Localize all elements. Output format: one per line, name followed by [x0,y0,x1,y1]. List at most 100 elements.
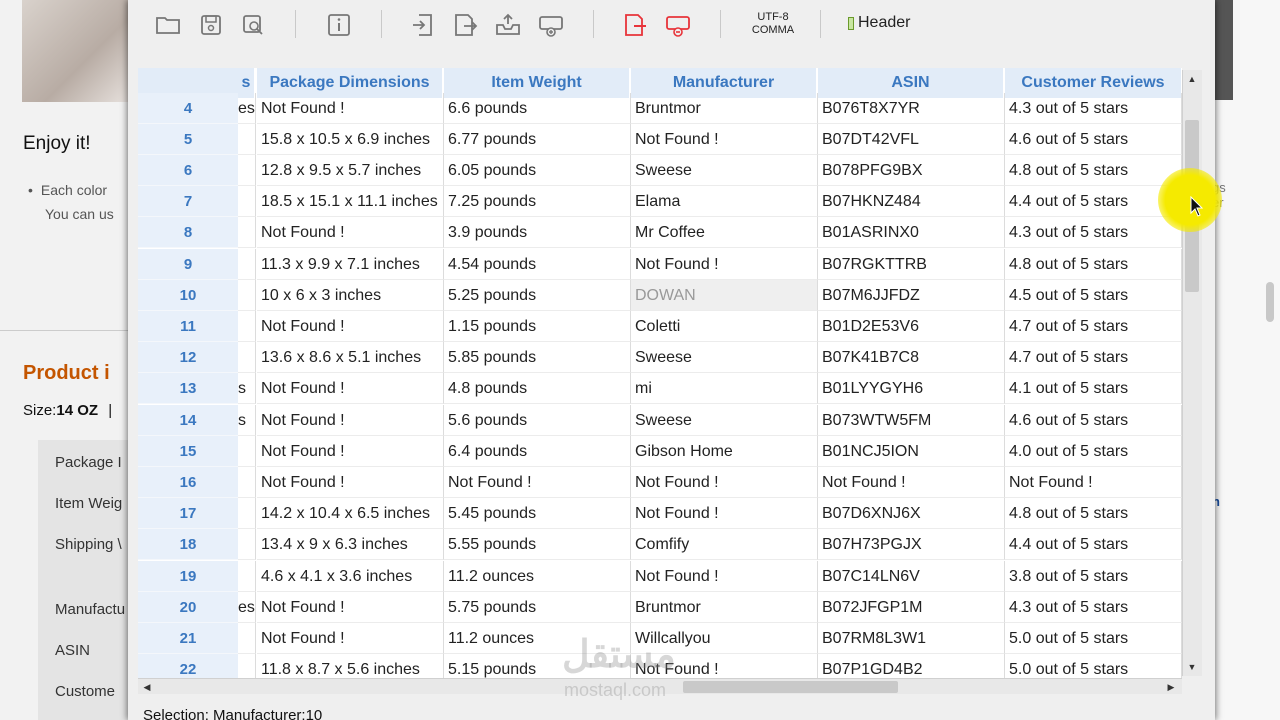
data-grid[interactable]: s Package Dimensions Item Weight Manufac… [138,68,1182,678]
table-cell[interactable]: 6.6 pounds [444,92,631,124]
table-cell[interactable]: 4.4 out of 5 stars [1005,529,1182,561]
table-cell[interactable]: Coletti [631,310,818,343]
upload-icon[interactable] [495,12,521,38]
table-cell[interactable]: s [238,404,256,436]
page-scrollbar[interactable] [1266,282,1274,322]
table-cell[interactable]: Mr Coffee [631,217,818,249]
table-cell[interactable]: 4.5 out of 5 stars [1005,279,1182,311]
row-number[interactable]: 17 [138,498,238,530]
table-cell[interactable]: 4.8 pounds [444,373,631,405]
table-cell[interactable]: Comfify [631,529,818,561]
table-cell[interactable]: Not Found ! [257,466,444,499]
table-cell[interactable]: 4.8 out of 5 stars [1005,248,1182,280]
table-cell[interactable]: 4.6 out of 5 stars [1005,404,1182,436]
table-row[interactable]: 13 s Not Found ! 4.8 pounds mi B01LYYGYH6 4.1 … [138,373,1182,405]
table-cell[interactable]: B01D2E53V6 [818,310,1005,343]
table-cell[interactable]: Not Found ! [257,92,444,124]
table-cell[interactable]: Sweese [631,342,818,374]
table-row[interactable]: 20 es Not Found ! 5.75 pounds Bruntmor B072JF… [138,591,1182,623]
table-row[interactable]: 15 Not Found ! 6.4 pounds Gibson Home B01NCJ… [138,435,1182,467]
table-row[interactable]: 10 10 x 6 x 3 inches 5.25 pounds DOWAN B07M6… [138,279,1182,311]
table-row[interactable]: 7 18.5 x 15.1 x 11.1 inches 7.25 pounds Ela… [138,186,1182,218]
save-as-icon[interactable] [240,12,266,38]
table-cell[interactable]: 13.4 x 9 x 6.3 inches [257,529,444,561]
delete-row-icon[interactable] [665,12,691,38]
row-number[interactable]: 12 [138,342,238,374]
table-cell[interactable] [238,217,256,249]
table-cell[interactable]: 4.8 out of 5 stars [1005,498,1182,530]
table-cell[interactable]: 11.2 ounces [444,560,631,592]
table-cell[interactable] [238,279,256,311]
table-cell[interactable]: 14.2 x 10.4 x 6.5 inches [257,498,444,530]
table-cell[interactable]: Sweese [631,404,818,436]
table-cell[interactable]: DOWAN [631,279,818,311]
export-icon[interactable] [452,12,478,38]
table-cell[interactable]: 4.3 out of 5 stars [1005,92,1182,124]
table-cell[interactable]: Not Found ! [257,404,444,436]
row-number[interactable]: 15 [138,435,238,467]
table-cell[interactable]: 12.8 x 9.5 x 5.7 inches [257,154,444,187]
table-cell[interactable]: Not Found ! [1005,466,1182,499]
vertical-scrollbar[interactable]: ▲ ▼ [1182,70,1202,676]
delete-column-icon[interactable] [622,12,648,38]
table-cell[interactable]: 4.0 out of 5 stars [1005,435,1182,467]
row-number[interactable]: 18 [138,529,238,561]
table-cell[interactable]: 10 x 6 x 3 inches [257,279,444,311]
table-cell[interactable] [238,154,256,187]
row-number[interactable]: 21 [138,622,238,655]
horizontal-scroll-thumb[interactable] [683,681,898,693]
row-number[interactable]: 9 [138,248,238,280]
table-row[interactable]: 11 Not Found ! 1.15 pounds Coletti B01D2E53V… [138,310,1182,343]
open-folder-icon[interactable] [155,12,181,38]
table-row[interactable]: 6 12.8 x 9.5 x 5.7 inches 6.05 pounds Swees… [138,154,1182,187]
table-cell[interactable]: B07HKNZ484 [818,186,1005,218]
info-icon[interactable] [326,12,352,38]
table-cell[interactable]: Not Found ! [257,373,444,405]
table-cell[interactable]: 4.6 out of 5 stars [1005,123,1182,155]
scroll-up-arrow-icon[interactable]: ▲ [1185,72,1199,86]
table-row[interactable]: 5 15.8 x 10.5 x 6.9 inches 6.77 pounds Not … [138,123,1182,155]
table-cell[interactable] [238,560,256,592]
table-cell[interactable]: 6.05 pounds [444,154,631,187]
table-cell[interactable]: 4.4 out of 5 stars [1005,186,1182,218]
table-cell[interactable] [238,654,256,678]
table-cell[interactable]: 6.4 pounds [444,435,631,467]
table-row[interactable]: 16 Not Found ! Not Found ! Not Found ! Not F… [138,466,1182,499]
table-cell[interactable]: Elama [631,186,818,218]
table-cell[interactable]: 5.85 pounds [444,342,631,374]
table-row[interactable]: 4 es Not Found ! 6.6 pounds Bruntmor B076T8X7… [138,92,1182,124]
table-cell[interactable] [238,529,256,561]
table-cell[interactable]: B076T8X7YR [818,92,1005,124]
table-cell[interactable] [238,248,256,280]
table-cell[interactable]: B01ASRINX0 [818,217,1005,249]
scroll-left-arrow-icon[interactable]: ◀ [140,680,154,694]
table-cell[interactable] [238,466,256,499]
table-cell[interactable]: 5.25 pounds [444,279,631,311]
table-cell[interactable]: B07DT42VFL [818,123,1005,155]
table-cell[interactable]: Not Found ! [257,435,444,467]
table-cell[interactable]: 5.45 pounds [444,498,631,530]
table-cell[interactable]: Not Found ! [631,466,818,499]
table-row[interactable]: 9 11.3 x 9.9 x 7.1 inches 4.54 pounds Not F… [138,248,1182,280]
table-cell[interactable]: 5.75 pounds [444,591,631,623]
table-cell[interactable] [238,186,256,218]
row-number[interactable]: 19 [138,560,238,592]
table-cell[interactable]: Bruntmor [631,92,818,124]
import-icon[interactable] [410,12,436,38]
table-cell[interactable]: mi [631,373,818,405]
table-cell[interactable]: B078PFG9BX [818,154,1005,187]
table-cell[interactable]: B01NCJ5ION [818,435,1005,467]
table-cell[interactable]: Not Found ! [631,560,818,592]
table-cell[interactable]: 5.0 out of 5 stars [1005,654,1182,678]
table-cell[interactable]: 5.0 out of 5 stars [1005,622,1182,655]
table-row[interactable]: 17 14.2 x 10.4 x 6.5 inches 5.45 pounds Not… [138,498,1182,530]
table-cell[interactable]: 5.55 pounds [444,529,631,561]
table-cell[interactable]: Not Found ! [631,498,818,530]
table-cell[interactable]: Gibson Home [631,435,818,467]
table-cell[interactable]: 6.77 pounds [444,123,631,155]
row-number[interactable]: 7 [138,186,238,218]
table-cell[interactable]: 18.5 x 15.1 x 11.1 inches [257,186,444,218]
row-number[interactable]: 22 [138,654,238,678]
table-row[interactable]: 8 Not Found ! 3.9 pounds Mr Coffee B01ASRINX… [138,217,1182,249]
table-cell[interactable]: Not Found ! [257,622,444,655]
